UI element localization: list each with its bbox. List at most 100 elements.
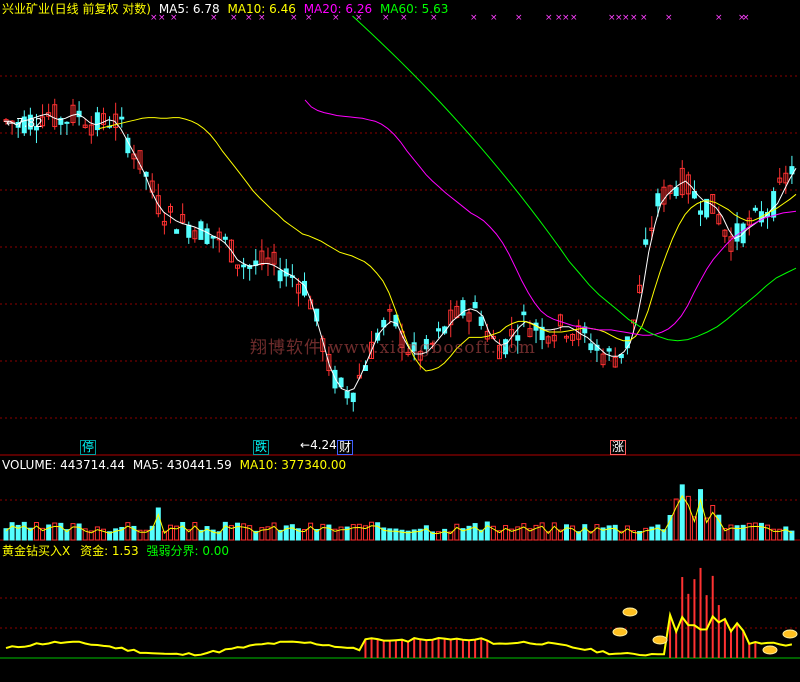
fund-bar [394,640,397,658]
candle-body [436,328,442,332]
volume-bar [125,522,131,541]
indicator-fund: 资金: 1.53 [80,544,139,558]
candle-body [472,302,478,309]
ma-line-ma60 [352,15,797,342]
event-marker-zhang: 涨 [610,440,627,455]
fund-bar [474,639,477,658]
volume-bar [454,523,460,541]
signal-x-marker: × [665,13,673,23]
volume-bar [21,521,27,541]
candle-body [222,236,228,240]
signal-x-marker: × [742,13,750,23]
fund-bar [376,639,379,658]
fund-bar [425,640,428,658]
volume-bar [289,524,295,541]
volume-bar [241,523,247,541]
volume-bar [563,524,569,541]
fund-bar [699,567,702,658]
volume-bar [783,526,789,541]
ma10-value: MA10: 6.46 [227,2,296,16]
candle-body [125,137,131,154]
fund-bar [736,623,739,658]
volume-bar [698,489,704,541]
fund-bar [675,631,678,658]
candle-body [204,228,210,244]
volume-bar [728,524,734,541]
high-arrow-icon: ← [6,116,17,130]
volume-bar [606,525,612,541]
signal-x-marker: × [515,13,523,23]
volume-bar [271,522,277,541]
volume-bar [180,521,186,541]
watermark: 翔博软件 www.xiangbosoft.com [250,338,536,358]
fund-bar [413,638,416,658]
volume-bar [192,522,198,541]
fund-bar [455,638,458,658]
volume-bar [612,524,618,541]
candle-body [241,264,247,268]
fund-bar [693,579,696,658]
low-arrow-icon: ← [300,438,311,452]
signal-x-marker: × [545,13,553,23]
volume-bar [667,514,673,541]
fund-bar [461,639,464,658]
volume-bar [167,524,173,541]
volume-bar [423,525,429,541]
volume-bar [503,525,509,541]
event-marker-cai: 财 [337,440,354,455]
fund-bar [407,641,410,658]
signal-x-marker: × [490,13,498,23]
volume-bar [624,525,630,541]
candle-body [521,311,527,316]
volume-bar [320,523,326,541]
indicator-name: 黄金钻买入X [2,544,71,558]
fund-bar [717,605,720,658]
volume-bar [58,522,64,541]
volume-bar [655,524,661,541]
event-marker-ting: 停 [80,440,97,455]
candle-body [350,392,356,403]
volume-bar [94,526,100,541]
ma20-value: MA20: 6.26 [303,2,373,16]
volume-bar [582,524,588,541]
fund-bar [449,639,452,658]
volume-bar [33,521,39,541]
volume-bar [393,528,399,541]
volume-value: VOLUME: 443714.44 [2,458,125,472]
volume-bar [222,521,228,541]
volume-bar [326,524,332,541]
volume-bar [375,522,381,541]
gold-diamond-icon [612,627,628,637]
signal-x-marker: × [622,13,630,23]
candle-body [588,343,594,351]
fund-bar [431,639,434,658]
indicator-panel [0,567,800,659]
fund-bar [748,643,751,658]
candle-body [478,316,484,326]
candle-body [94,112,100,131]
ma60-value: MA60: 5.63 [379,2,449,16]
fund-bar [480,638,483,658]
volume-bar [472,523,478,541]
volume-header: VOLUME: 443714.44 MA5: 430441.59 MA10: 3… [2,458,346,472]
candle-body [771,191,777,218]
volume-bar [521,523,527,541]
volume-bar [551,522,557,541]
fund-bar [486,640,489,658]
fund-line [5,611,793,657]
volume-bar [758,522,764,541]
signal-x-marker: × [715,13,723,23]
candle-body [64,121,70,124]
event-marker-die: 跌 [253,440,270,455]
volume-bar [746,522,752,541]
volume-bar [308,522,314,541]
candle-body [643,239,649,245]
candle-body [673,187,679,197]
volume-bar [679,484,685,541]
gold-diamond-icon [762,645,778,655]
candle-body [655,193,661,207]
stock-name: 兴业矿业(日线 前复权 对数) [2,2,151,16]
volume-bar [52,522,58,541]
volume-bar [710,504,716,541]
volume-bar [76,523,82,541]
